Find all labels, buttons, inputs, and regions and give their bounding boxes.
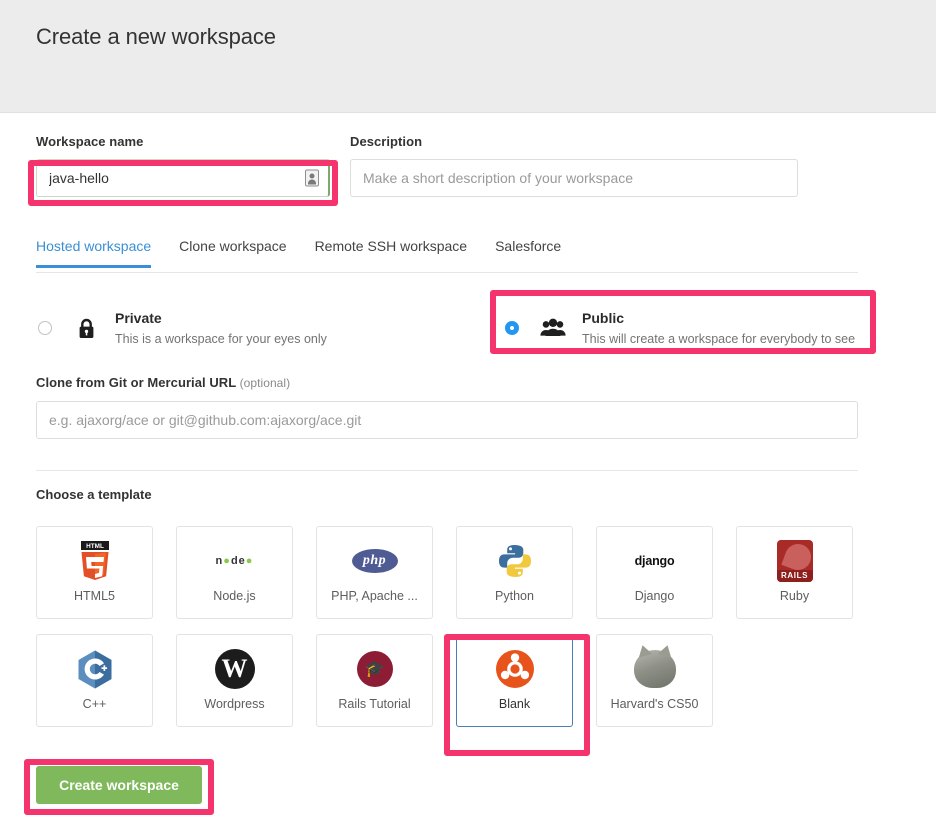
template-name: Ruby bbox=[779, 589, 810, 603]
clone-url-optional-text: (optional) bbox=[239, 376, 291, 390]
workspace-type-tabs: Hosted workspace Clone workspace Remote … bbox=[36, 238, 858, 273]
page-title: Create a new workspace bbox=[36, 24, 276, 49]
template-name: Harvard's CS50 bbox=[610, 697, 699, 711]
visibility-public-subtitle: This will create a workspace for everybo… bbox=[582, 331, 856, 346]
tab-hosted-workspace[interactable]: Hosted workspace bbox=[36, 238, 152, 268]
template-card-html5[interactable]: HTML HTML5 bbox=[36, 526, 153, 619]
lock-icon bbox=[71, 318, 101, 339]
visibility-public-text: Public This will create a workspace for … bbox=[582, 309, 855, 348]
rails-logo: RAILS bbox=[776, 539, 813, 583]
page-header: Create a new workspace bbox=[0, 0, 936, 113]
visibility-public-title: Public bbox=[582, 309, 625, 326]
template-name: PHP, Apache ... bbox=[331, 589, 418, 603]
template-name: Rails Tutorial bbox=[338, 697, 411, 711]
template-name: Blank bbox=[498, 697, 531, 711]
tab-clone-workspace[interactable]: Clone workspace bbox=[179, 238, 286, 265]
python-logo bbox=[497, 539, 533, 583]
rails-tutorial-logo: 🎓 bbox=[356, 647, 393, 691]
svg-text:HTML: HTML bbox=[86, 543, 104, 550]
section-divider bbox=[36, 470, 858, 471]
clone-url-input[interactable] bbox=[36, 401, 858, 439]
cpp-logo bbox=[76, 647, 114, 691]
template-card-ruby[interactable]: RAILS Ruby bbox=[736, 526, 853, 619]
name-description-row: Workspace name Description bbox=[0, 134, 936, 204]
clone-url-label: Clone from Git or Mercurial URL (optiona… bbox=[36, 375, 858, 390]
create-workspace-button[interactable]: Create workspace bbox=[36, 766, 202, 804]
workspace-name-input[interactable] bbox=[36, 159, 330, 197]
template-name: C++ bbox=[82, 697, 107, 711]
template-name: Python bbox=[495, 589, 534, 603]
visibility-option-public[interactable]: Public This will create a workspace for … bbox=[505, 302, 865, 354]
django-logo: django bbox=[634, 554, 675, 568]
ubuntu-logo bbox=[495, 647, 535, 691]
workspace-name-label: Workspace name bbox=[36, 134, 144, 149]
template-card-python[interactable]: Python bbox=[456, 526, 573, 619]
template-card-php[interactable]: php PHP, Apache ... bbox=[316, 526, 433, 619]
template-name: HTML5 bbox=[74, 589, 115, 603]
description-field-group: Description bbox=[350, 134, 798, 197]
cs50-cat-logo bbox=[633, 647, 676, 691]
wordpress-logo: W bbox=[214, 647, 255, 691]
template-card-harvard-cs50[interactable]: Harvard's CS50 bbox=[596, 634, 713, 727]
visibility-private-subtitle: This is a workspace for your eyes only bbox=[115, 331, 327, 346]
clone-url-label-text: Clone from Git or Mercurial URL bbox=[36, 375, 236, 390]
visibility-private-title: Private bbox=[115, 309, 162, 326]
visibility-options: Private This is a workspace for your eye… bbox=[0, 298, 936, 358]
nodejs-logo: n ● de ● bbox=[215, 555, 254, 567]
autofill-icon[interactable] bbox=[305, 169, 319, 187]
php-logo: php bbox=[351, 539, 398, 583]
radio-private[interactable] bbox=[38, 321, 52, 335]
tab-salesforce[interactable]: Salesforce bbox=[495, 238, 561, 265]
template-name: Django bbox=[634, 589, 675, 603]
radio-public[interactable] bbox=[505, 321, 519, 335]
choose-template-label: Choose a template bbox=[36, 487, 152, 502]
people-icon bbox=[538, 318, 568, 338]
visibility-option-private[interactable]: Private This is a workspace for your eye… bbox=[38, 302, 458, 354]
template-card-cpp[interactable]: C++ bbox=[36, 634, 153, 727]
template-card-rails-tutorial[interactable]: 🎓 Rails Tutorial bbox=[316, 634, 433, 727]
description-label: Description bbox=[350, 134, 423, 149]
tab-remote-ssh-workspace[interactable]: Remote SSH workspace bbox=[315, 238, 468, 265]
workspace-name-field-group: Workspace name bbox=[36, 134, 330, 197]
html5-logo: HTML bbox=[78, 539, 112, 583]
template-name: Node.js bbox=[213, 589, 256, 603]
template-card-nodejs[interactable]: n ● de ● Node.js bbox=[176, 526, 293, 619]
template-name: Wordpress bbox=[204, 697, 265, 711]
template-card-blank[interactable]: Blank bbox=[456, 634, 573, 727]
clone-url-group: Clone from Git or Mercurial URL (optiona… bbox=[36, 375, 858, 439]
template-card-wordpress[interactable]: W Wordpress bbox=[176, 634, 293, 727]
template-grid: HTML HTML5 n ● de ● Node.js php PHP, Apache… bbox=[36, 526, 858, 727]
template-card-django[interactable]: django Django bbox=[596, 526, 713, 619]
description-input[interactable] bbox=[350, 159, 798, 197]
visibility-private-text: Private This is a workspace for your eye… bbox=[115, 309, 327, 348]
